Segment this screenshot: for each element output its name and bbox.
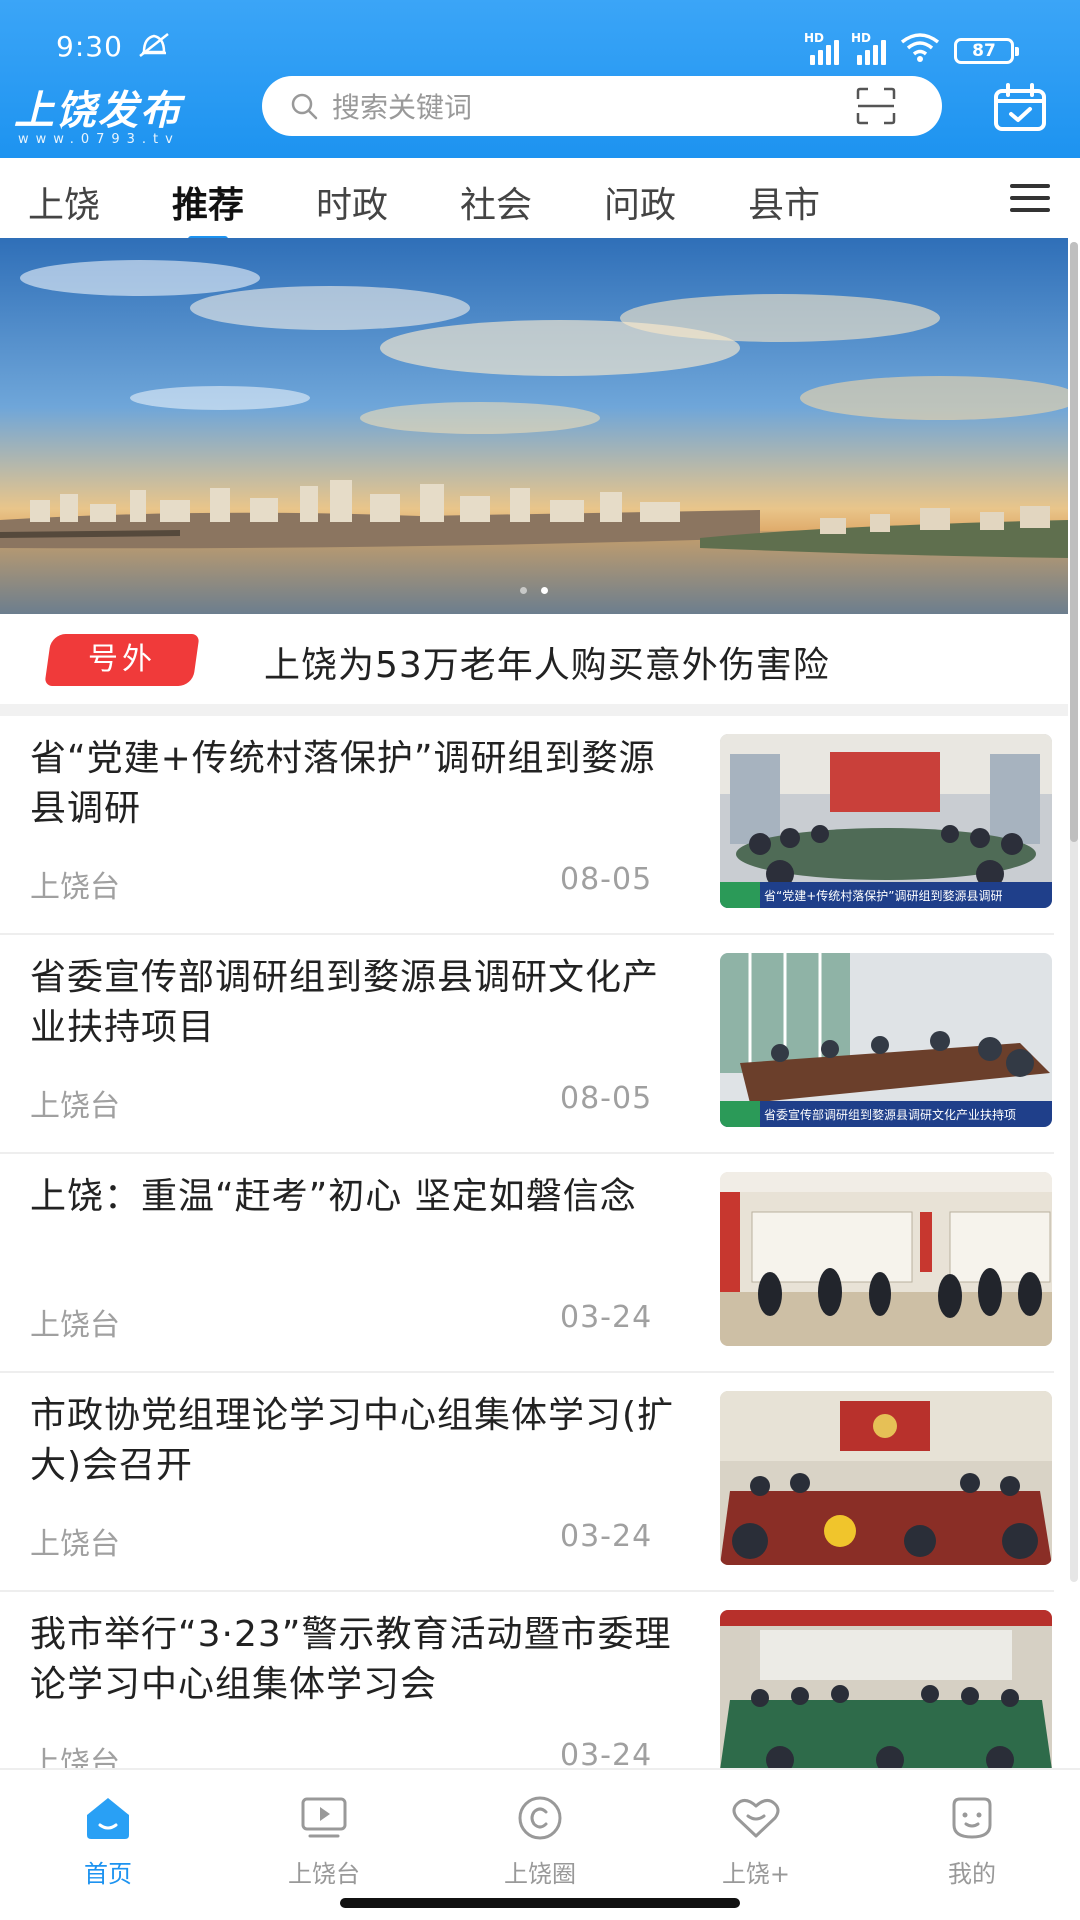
breaking-news-text[interactable]: 上饶为53万老年人购买意外伤害险 — [264, 636, 830, 688]
app-logo: 上饶发布 www.0793.tv — [14, 88, 182, 147]
nav-home-label: 首页 — [84, 1860, 132, 1888]
nav-shangrao-circle-label: 上饶圈 — [504, 1860, 576, 1888]
menu-icon[interactable] — [1010, 180, 1050, 216]
nav-shangrao-tv-label: 上饶台 — [288, 1860, 360, 1888]
news-date: 08-05 — [560, 1081, 653, 1116]
battery-icon: 87 — [954, 37, 1019, 64]
news-title[interactable]: 我市举行“3·23”警示教育活动暨市委理论学习中心组集体学习会 — [30, 1610, 690, 1710]
banner-carousel[interactable] — [0, 238, 1068, 614]
signal-icon-1: HD — [804, 31, 839, 65]
search-icon — [288, 90, 320, 122]
extra-badge: 号外 — [44, 634, 200, 686]
news-source: 上饶台 — [30, 1527, 120, 1562]
news-source: 上饶台 — [30, 870, 120, 905]
news-item[interactable]: 上饶：重温“赶考”初心 坚定如磐信念 上饶台 03-24 — [0, 1154, 1054, 1373]
news-title[interactable]: 省委宣传部调研组到婺源县调研文化产业扶持项目 — [30, 953, 690, 1053]
news-thumbnail[interactable]: 省委宣传部调研组到婺源县调研文化产业扶持项 — [720, 953, 1052, 1127]
tab-shangrao[interactable]: 上饶 — [28, 176, 100, 228]
tab-society[interactable]: 社会 — [460, 176, 532, 228]
wifi-icon — [900, 32, 940, 69]
news-date: 08-05 — [560, 862, 653, 897]
profile-icon — [912, 1790, 1032, 1846]
signal-icon-2: HD — [851, 31, 886, 65]
status-indicators: HD HD 87 — [804, 31, 1019, 69]
status-time: 9:30 — [56, 30, 123, 63]
mute-icon — [136, 30, 172, 67]
banner-image — [0, 238, 1068, 614]
news-date: 03-24 — [560, 1300, 653, 1335]
news-item[interactable]: 省“党建+传统村落保护”调研组到婺源县调研 上饶台 08-05 省“党建+传统村… — [0, 716, 1054, 935]
news-date: 03-24 — [560, 1519, 653, 1554]
news-thumbnail[interactable]: 省“党建+传统村落保护”调研组到婺源县调研 — [720, 734, 1052, 908]
carousel-dot[interactable] — [520, 587, 527, 594]
svg-text:省委宣传部调研组到婺源县调研文化产业扶持项: 省委宣传部调研组到婺源县调研文化产业扶持项 — [764, 1107, 1016, 1122]
news-thumbnail[interactable] — [720, 1172, 1052, 1346]
news-list: 省“党建+传统村落保护”调研组到婺源县调研 上饶台 08-05 省“党建+传统村… — [0, 716, 1068, 1811]
scrollbar-thumb[interactable] — [1070, 242, 1078, 842]
status-bar: 9:30 HD HD 87 — [0, 0, 1080, 70]
tab-recommend[interactable]: 推荐 — [172, 176, 244, 242]
nav-shangrao-plus-label: 上饶+ — [721, 1860, 791, 1888]
news-source: 上饶台 — [30, 1089, 120, 1124]
news-title[interactable]: 省“党建+传统村落保护”调研组到婺源县调研 — [30, 734, 690, 834]
scrollbar[interactable] — [1070, 242, 1078, 1582]
nav-shangrao-tv[interactable]: 上饶台 — [264, 1790, 384, 1889]
circle-icon — [480, 1790, 600, 1846]
tab-counties[interactable]: 县市 — [748, 176, 820, 228]
header: 9:30 HD HD 87 上饶发布 www.0793.tv 搜索关键词 — [0, 0, 1080, 158]
calendar-checkin-icon[interactable] — [990, 80, 1050, 136]
news-item[interactable]: 省委宣传部调研组到婺源县调研文化产业扶持项目 上饶台 08-05 省委宣传部调研… — [0, 935, 1054, 1154]
tab-politics[interactable]: 时政 — [316, 176, 388, 228]
category-tabs: 上饶 推荐 时政 社会 问政 县市 — [0, 158, 1080, 242]
carousel-indicator — [0, 587, 1068, 594]
news-title[interactable]: 市政协党组理论学习中心组集体学习(扩大)会召开 — [30, 1391, 690, 1491]
nav-shangrao-circle[interactable]: 上饶圈 — [480, 1790, 600, 1889]
news-item[interactable]: 市政协党组理论学习中心组集体学习(扩大)会召开 上饶台 03-24 — [0, 1373, 1054, 1592]
news-thumbnail[interactable] — [720, 1391, 1052, 1565]
app-root: 9:30 HD HD 87 上饶发布 www.0793.tv 搜索关键词 上饶 … — [0, 0, 1080, 1920]
tab-inquiry[interactable]: 问政 — [604, 176, 676, 228]
search-bar[interactable]: 搜索关键词 — [262, 76, 942, 136]
home-icon — [48, 1790, 168, 1846]
svg-text:省“党建+传统村落保护”调研组到婺源县调研: 省“党建+传统村落保护”调研组到婺源县调研 — [764, 888, 1003, 903]
carousel-dot-active[interactable] — [541, 587, 548, 594]
nav-mine[interactable]: 我的 — [912, 1790, 1032, 1889]
news-source: 上饶台 — [30, 1308, 120, 1343]
heart-icon — [696, 1790, 816, 1846]
news-thumbnail[interactable] — [720, 1610, 1052, 1784]
breaking-news[interactable]: 号外 上饶为53万老年人购买意外伤害险 — [0, 614, 1068, 704]
home-indicator[interactable] — [340, 1898, 740, 1908]
tv-play-icon — [264, 1790, 384, 1846]
nav-mine-label: 我的 — [948, 1860, 996, 1888]
news-title[interactable]: 上饶：重温“赶考”初心 坚定如磐信念 — [30, 1172, 690, 1222]
scan-icon[interactable] — [854, 84, 898, 128]
divider — [0, 704, 1068, 716]
nav-home[interactable]: 首页 — [48, 1790, 168, 1889]
search-input[interactable]: 搜索关键词 — [332, 86, 854, 126]
nav-shangrao-plus[interactable]: 上饶+ — [696, 1790, 816, 1889]
